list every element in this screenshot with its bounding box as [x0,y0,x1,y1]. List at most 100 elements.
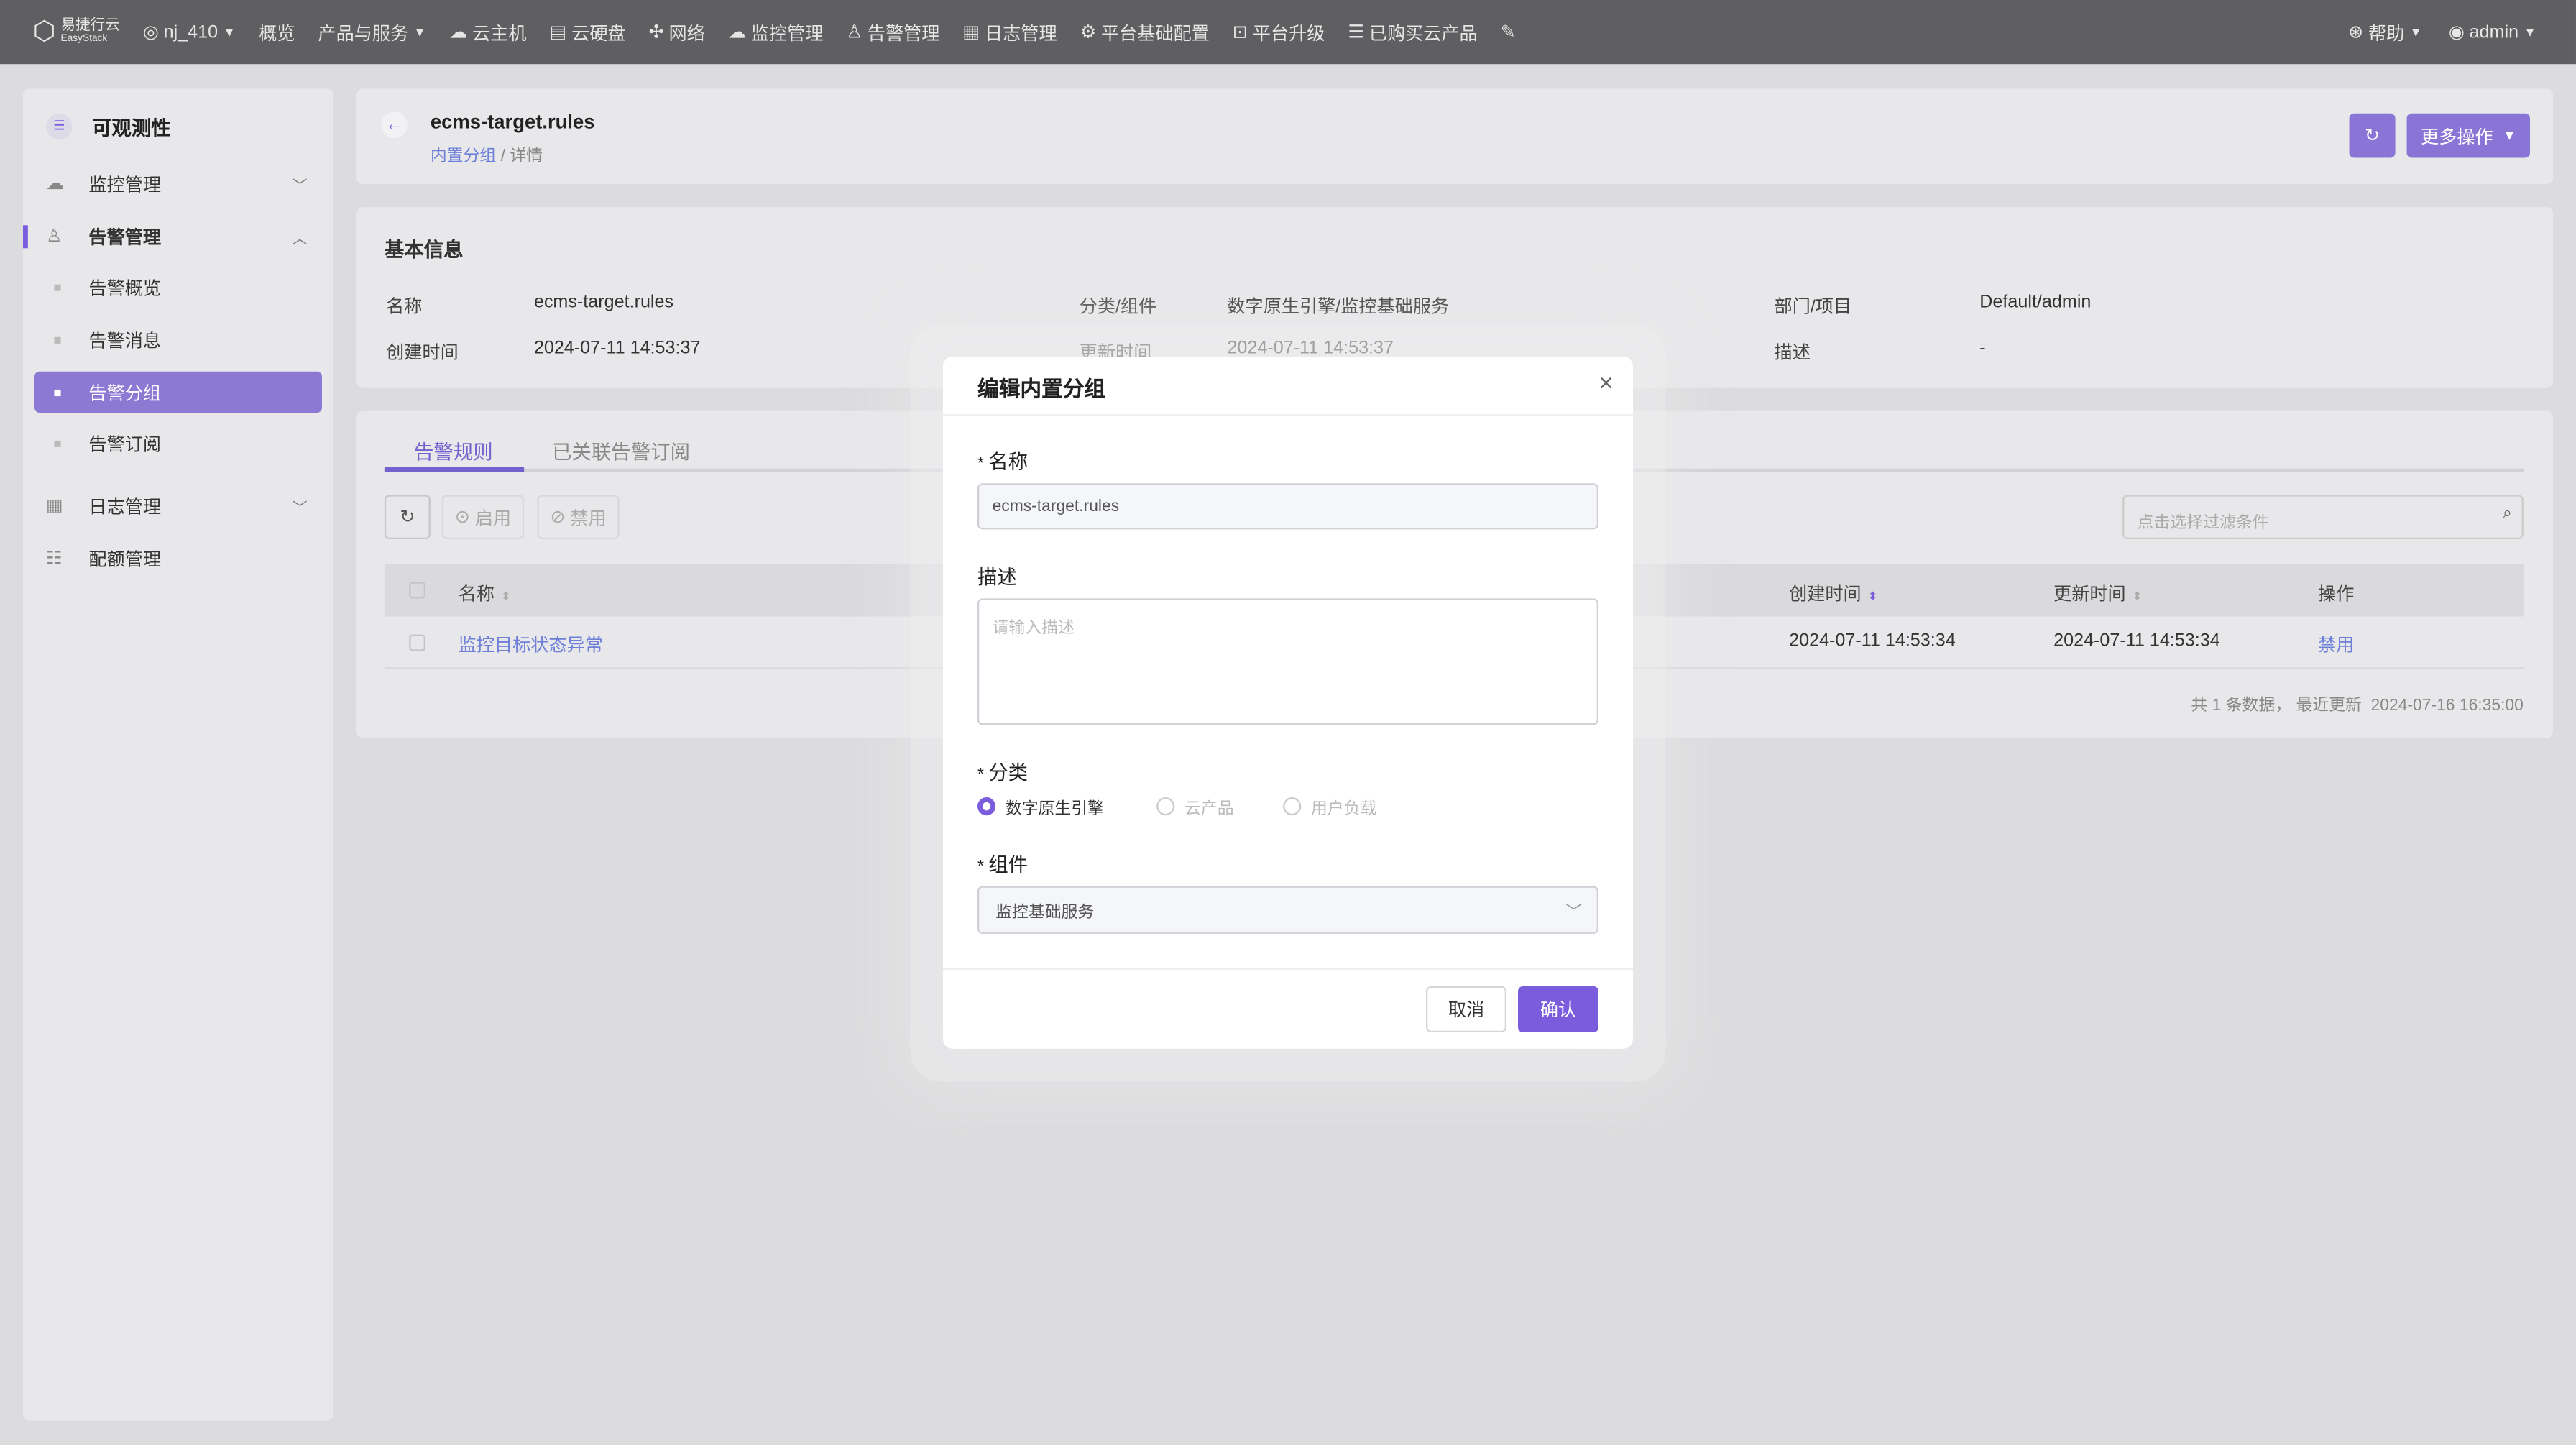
logo[interactable]: ⬡ 易捷行云 EasyStack [33,17,120,47]
region-selector[interactable]: ◎ nj_410 ▼ [143,22,236,43]
disable-button[interactable]: ⊘ 禁用 [537,495,620,540]
bullet [54,284,61,291]
col-actions: 操作 [2318,585,2355,605]
close-icon[interactable]: × [1599,370,1614,398]
sidebar-item-log[interactable]: ▦ 日志管理 ﹀ [23,483,334,529]
cloud-icon: ☁ [449,23,468,43]
radio-unchecked [1283,797,1302,816]
sort-icon[interactable]: ⬍ [2133,592,2142,603]
caret-down-icon: ▼ [2503,128,2516,143]
col-name[interactable]: 名称 [459,585,494,605]
help-menu[interactable]: ⊛ 帮助 ▼ [2348,19,2422,45]
menu-icon[interactable]: ☰ [45,113,73,140]
sidebar-item-alert-overview[interactable]: 告警概览 [23,265,334,311]
bullet [54,440,61,447]
row-created: 2024-07-11 14:53:34 [1789,631,1956,651]
rule-name-link[interactable]: 监控目标状态异常 [459,631,603,658]
enable-button[interactable]: ⊙ 启用 [441,495,525,540]
sidebar: ☰ 可观测性 ☁ 监控管理 ﹀ ♙ 告警管理 ︿ 告警概览 告警消息 告警分组 告警订阅… [22,88,334,1421]
nav-disk[interactable]: ▤ 云硬盘 [550,19,626,45]
user-icon: ◉ [2448,23,2465,43]
desc-label: 描述 [977,565,1017,589]
dialog-title: 编辑内置分组 [977,376,1106,401]
breadcrumb-current: 详情 [510,147,543,166]
row-disable-link[interactable]: 禁用 [2318,631,2354,658]
desc-value: - [1979,339,1986,359]
dept-value: Default/admin [1979,293,2092,313]
name-input[interactable]: ecms-target.rules [977,483,1598,530]
radio-cloud-product[interactable]: 云产品 [1156,794,1234,819]
created-label: 创建时间 [386,343,459,364]
breadcrumb-sep: / [496,147,510,166]
name-label: * 名称 [977,450,1029,474]
sidebar-title: 可观测性 [91,116,171,140]
tab-linked-subscriptions[interactable]: 已关联告警订阅 [552,437,690,465]
help-icon: ⊛ [2348,23,2364,43]
nav-vm[interactable]: ☁ 云主机 [449,19,526,45]
nav-alert[interactable]: ♙ 告警管理 [846,19,939,45]
breadcrumb: 内置分组 / 详情 [431,142,543,166]
log-icon: ▦ [45,496,63,517]
chevron-down-icon: ﹀ [292,176,308,193]
name-label: 名称 [386,297,423,318]
sidebar-item-quota[interactable]: ☷ 配额管理 [23,536,334,582]
nav-upgrade[interactable]: ⊡ 平台升级 [1233,19,1325,45]
sort-icon[interactable]: ⬍ [1868,592,1877,603]
sidebar-item-alert[interactable]: ♙ 告警管理 ︿ [23,214,334,260]
edit-group-dialog: 编辑内置分组 × * 名称 ecms-target.rules 描述 请输入描述… [942,357,1633,1049]
alarm-icon: ♙ [846,23,862,43]
row-checkbox[interactable] [409,634,426,651]
row-updated: 2024-07-11 14:53:34 [2053,631,2220,651]
updated-value: 2024-07-11 14:53:37 [1227,339,1394,359]
location-icon: ◎ [142,23,159,43]
refresh-button[interactable]: ↻ [2349,113,2396,158]
col-updated[interactable]: 更新时间 [2053,585,2126,605]
filter-input[interactable]: 点击选择过滤条件 ⌕ [2122,495,2524,540]
radio-unchecked [1156,797,1175,816]
pin-icon[interactable]: ✎ [1501,22,1516,42]
sidebar-item-monitor[interactable]: ☁ 监控管理 ﹀ [23,161,334,207]
more-actions-button[interactable]: 更多操作 ▼ [2406,113,2530,158]
radio-digital-engine[interactable]: 数字原生引擎 [977,794,1104,819]
nav-purchased[interactable]: ☰ 已购买云产品 [1348,19,1477,45]
page-header: ← ecms-target.rules 内置分组 / 详情 ↻ 更多操作 ▼ [356,88,2553,185]
cancel-button[interactable]: 取消 [1425,986,1506,1033]
bullet [54,388,61,395]
confirm-button[interactable]: 确认 [1517,986,1598,1033]
nav-products[interactable]: 产品与服务 ▼ [318,19,426,45]
top-navbar: ⬡ 易捷行云 EasyStack ◎ nj_410 ▼ 概览 产品与服务 ▼ ☁ 云主机 ▤… [0,0,2576,65]
sort-icon[interactable]: ⬍ [501,592,510,603]
category-label: * 分类 [977,761,1029,784]
nav-overview[interactable]: 概览 [259,19,295,45]
component-select[interactable]: 监控基础服务 ﹀ [977,886,1598,934]
user-menu[interactable]: ◉ admin ▼ [2449,22,2536,43]
category-label: 分类/组件 [1079,297,1157,318]
nav-log[interactable]: ▦ 日志管理 [962,19,1057,45]
nav-network[interactable]: ✣ 网络 [649,19,705,45]
component-label: * 组件 [977,853,1029,876]
play-icon: ⊙ [454,508,470,528]
upgrade-icon: ⊡ [1232,23,1248,43]
nav-platform-config[interactable]: ⚙ 平台基础配置 [1080,19,1210,45]
radio-user-load[interactable]: 用户负载 [1283,794,1376,819]
tab-alert-rules[interactable]: 告警规则 [414,437,493,465]
col-created[interactable]: 创建时间 [1789,585,1862,605]
sidebar-item-alert-messages[interactable]: 告警消息 [23,317,334,363]
sidebar-item-alert-subscriptions[interactable]: 告警订阅 [23,421,334,467]
list-icon: ☰ [1348,23,1364,43]
back-icon[interactable]: ← [381,111,408,139]
desc-textarea[interactable]: 请输入描述 [977,598,1598,725]
nav-monitor[interactable]: ☁ 监控管理 [728,19,824,45]
divider [942,414,1633,416]
section-title: 基本信息 [384,238,464,262]
list-icon: ☷ [45,549,63,569]
sidebar-item-alert-groups[interactable]: 告警分组 [34,371,322,413]
select-all-checkbox[interactable] [409,582,426,599]
refresh-button[interactable]: ↻ [384,495,431,540]
page-title: ecms-target.rules [430,110,595,134]
dept-label: 部门/项目 [1774,297,1852,318]
caret-down-icon: ▼ [223,24,236,40]
name-value: ecms-target.rules [533,293,674,313]
breadcrumb-link[interactable]: 内置分组 [431,148,496,166]
monitor-icon: ☁ [45,174,65,194]
